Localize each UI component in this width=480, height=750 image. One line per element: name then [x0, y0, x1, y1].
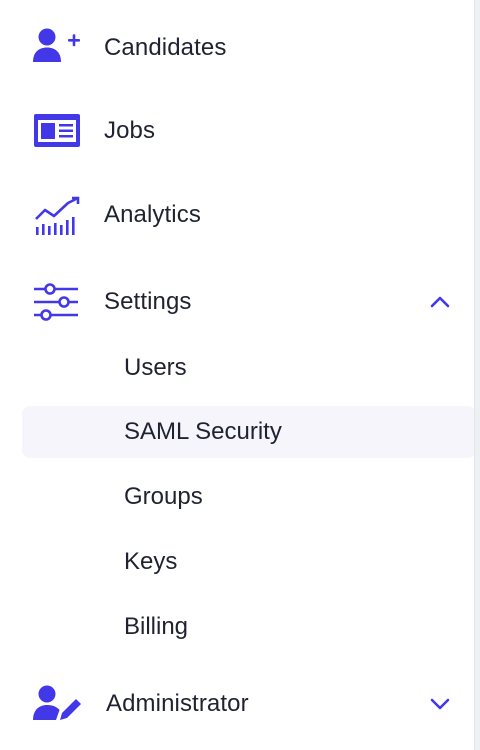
subnav-item-groups[interactable]: Groups: [22, 471, 476, 523]
subnav-label: Users: [124, 354, 187, 381]
nav-item-candidates[interactable]: Candidates: [0, 20, 474, 76]
subnav-label: SAML Security: [124, 418, 282, 445]
sidebar-nav: Candidates Jobs Analytics Settings Users…: [0, 0, 480, 750]
subnav-label: Billing: [124, 613, 189, 640]
nav-item-jobs[interactable]: Jobs: [0, 103, 474, 159]
sliders-icon: [32, 280, 82, 324]
subnav-item-saml-security[interactable]: SAML Security: [22, 406, 476, 458]
subnav-item-billing[interactable]: Billing: [22, 601, 476, 653]
nav-item-analytics[interactable]: Analytics: [0, 187, 474, 243]
subnav-label: Keys: [124, 548, 178, 575]
subnav-item-keys[interactable]: Keys: [22, 536, 476, 588]
nav-label-analytics: Analytics: [104, 201, 201, 228]
subnav-item-users[interactable]: Users: [22, 342, 476, 394]
nav-item-administrator[interactable]: Administrator: [0, 676, 474, 732]
nav-label-administrator: Administrator: [106, 690, 249, 717]
user-plus-icon: [32, 26, 82, 70]
chevron-down-icon[interactable]: [426, 690, 454, 718]
nav-label-settings: Settings: [104, 288, 192, 315]
nav-label-candidates: Candidates: [104, 34, 227, 61]
user-edit-icon: [32, 682, 82, 726]
id-card-icon: [32, 109, 82, 153]
nav-item-settings[interactable]: Settings: [0, 274, 474, 330]
subnav-label: Groups: [124, 483, 203, 510]
chart-icon: [32, 193, 82, 237]
chevron-up-icon[interactable]: [426, 288, 454, 316]
nav-label-jobs: Jobs: [104, 117, 156, 144]
sidebar-scrollbar[interactable]: [474, 0, 480, 750]
